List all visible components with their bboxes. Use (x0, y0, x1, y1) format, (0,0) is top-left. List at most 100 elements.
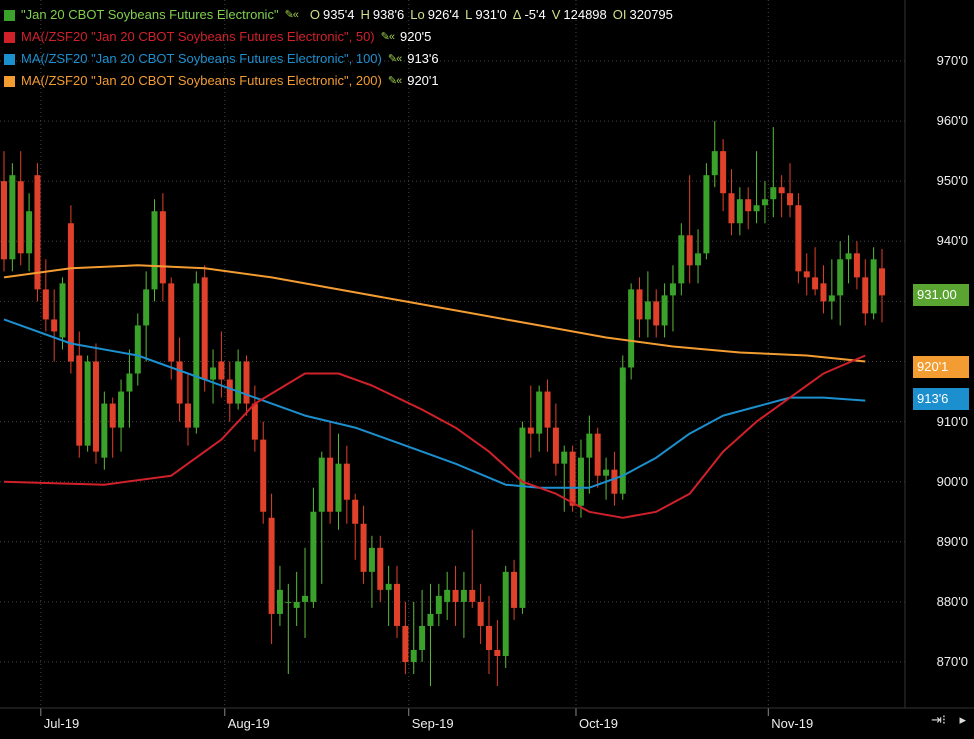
candle (586, 415, 593, 494)
pencil-icon[interactable]: ✎« (381, 26, 395, 48)
candle-body (603, 469, 610, 476)
candle-body (235, 361, 242, 404)
candle (594, 427, 601, 488)
candle (394, 565, 401, 638)
candle-body (318, 457, 325, 512)
candle (452, 565, 459, 626)
candle (669, 265, 676, 332)
ma-label[interactable]: MA(/ZSF20 "Jan 20 CBOT Soybeans Futures … (21, 26, 375, 48)
candle (544, 379, 551, 452)
ohlc-value: -5'4 (524, 7, 546, 22)
candle (343, 445, 350, 524)
candle-body (76, 355, 83, 446)
candle-body (260, 439, 267, 512)
candle-body (394, 583, 401, 626)
candle-body (636, 289, 643, 320)
y-tick-label: 880'0 (936, 593, 968, 609)
candle-body (427, 613, 434, 626)
candle-body (444, 589, 451, 602)
candle-body (695, 253, 702, 266)
candle-body (594, 433, 601, 476)
candle-body (753, 205, 760, 212)
candle-body (661, 295, 668, 326)
candle (193, 271, 200, 434)
candle-body (527, 427, 534, 434)
candle (210, 349, 217, 404)
candle (519, 421, 526, 614)
candle (619, 355, 626, 500)
ma-label[interactable]: MA(/ZSF20 "Jan 20 CBOT Soybeans Futures … (21, 48, 382, 70)
candle (377, 535, 384, 602)
candle (335, 433, 342, 530)
candle (787, 163, 794, 218)
candle-body (845, 253, 852, 260)
candle-body (577, 457, 584, 506)
candle-body (837, 259, 844, 296)
candle (1, 151, 7, 272)
candle-body (644, 301, 651, 320)
candle-body (720, 151, 727, 194)
candle-body (460, 589, 467, 602)
candle (26, 193, 33, 272)
candle (51, 289, 58, 362)
chart-settings-icon[interactable]: ⇥⁝ (931, 712, 946, 728)
candle-body (293, 601, 300, 608)
candle-body (494, 649, 501, 656)
candle (828, 259, 835, 320)
candle (276, 565, 283, 626)
candle-body (226, 379, 233, 404)
candle-body (402, 625, 409, 662)
y-tick-label: 940'0 (936, 233, 968, 249)
moving-average-lines (3, 264, 866, 519)
candle (477, 583, 484, 644)
candle-body (67, 223, 74, 362)
candle-body (435, 595, 442, 614)
candle-body (352, 499, 359, 524)
candlestick-series (1, 121, 885, 687)
candle-body (368, 547, 375, 572)
candle (84, 355, 91, 452)
ma-label[interactable]: MA(/ZSF20 "Jan 20 CBOT Soybeans Futures … (21, 70, 382, 92)
candle (853, 241, 860, 290)
candle (879, 248, 885, 323)
candle-body (736, 199, 743, 224)
candle (795, 193, 802, 284)
candle (109, 397, 116, 458)
pencil-icon[interactable]: ✎« (388, 48, 402, 70)
candle (76, 331, 83, 458)
candle-body (787, 193, 794, 206)
candle (176, 337, 183, 422)
pencil-icon[interactable]: ✎« (285, 4, 299, 26)
candle-body (653, 301, 660, 326)
pencil-icon[interactable]: ✎« (388, 70, 402, 92)
last-price-tag: 931.00 (913, 284, 969, 307)
candle-body (335, 463, 342, 512)
ohlc-key: O (309, 7, 321, 22)
y-tick-label: 910'0 (936, 413, 968, 429)
candle (402, 601, 409, 675)
candle (703, 163, 710, 260)
candle (460, 571, 467, 638)
candle-body (828, 295, 835, 302)
candle-body (452, 589, 459, 602)
ohlc-value: 124898 (563, 7, 607, 22)
scroll-right-icon[interactable]: ▸ (959, 712, 966, 728)
candle (218, 331, 225, 398)
series-label[interactable]: "Jan 20 CBOT Soybeans Futures Electronic… (21, 4, 279, 26)
candle (168, 277, 175, 380)
candle (235, 349, 242, 410)
candle-body (820, 283, 827, 302)
candle (419, 589, 426, 662)
candle-body (243, 361, 250, 404)
candle-body (778, 187, 785, 194)
ma-value: 920'1 (407, 73, 439, 88)
candle (126, 349, 133, 428)
price-chart[interactable] (0, 0, 974, 739)
candle-body (343, 463, 350, 500)
candle-body (109, 403, 116, 428)
y-tick-label: 960'0 (936, 113, 968, 129)
candle (9, 163, 16, 272)
candle (628, 283, 635, 380)
candle (494, 619, 501, 687)
ohlc-value: 938'6 (372, 7, 405, 22)
